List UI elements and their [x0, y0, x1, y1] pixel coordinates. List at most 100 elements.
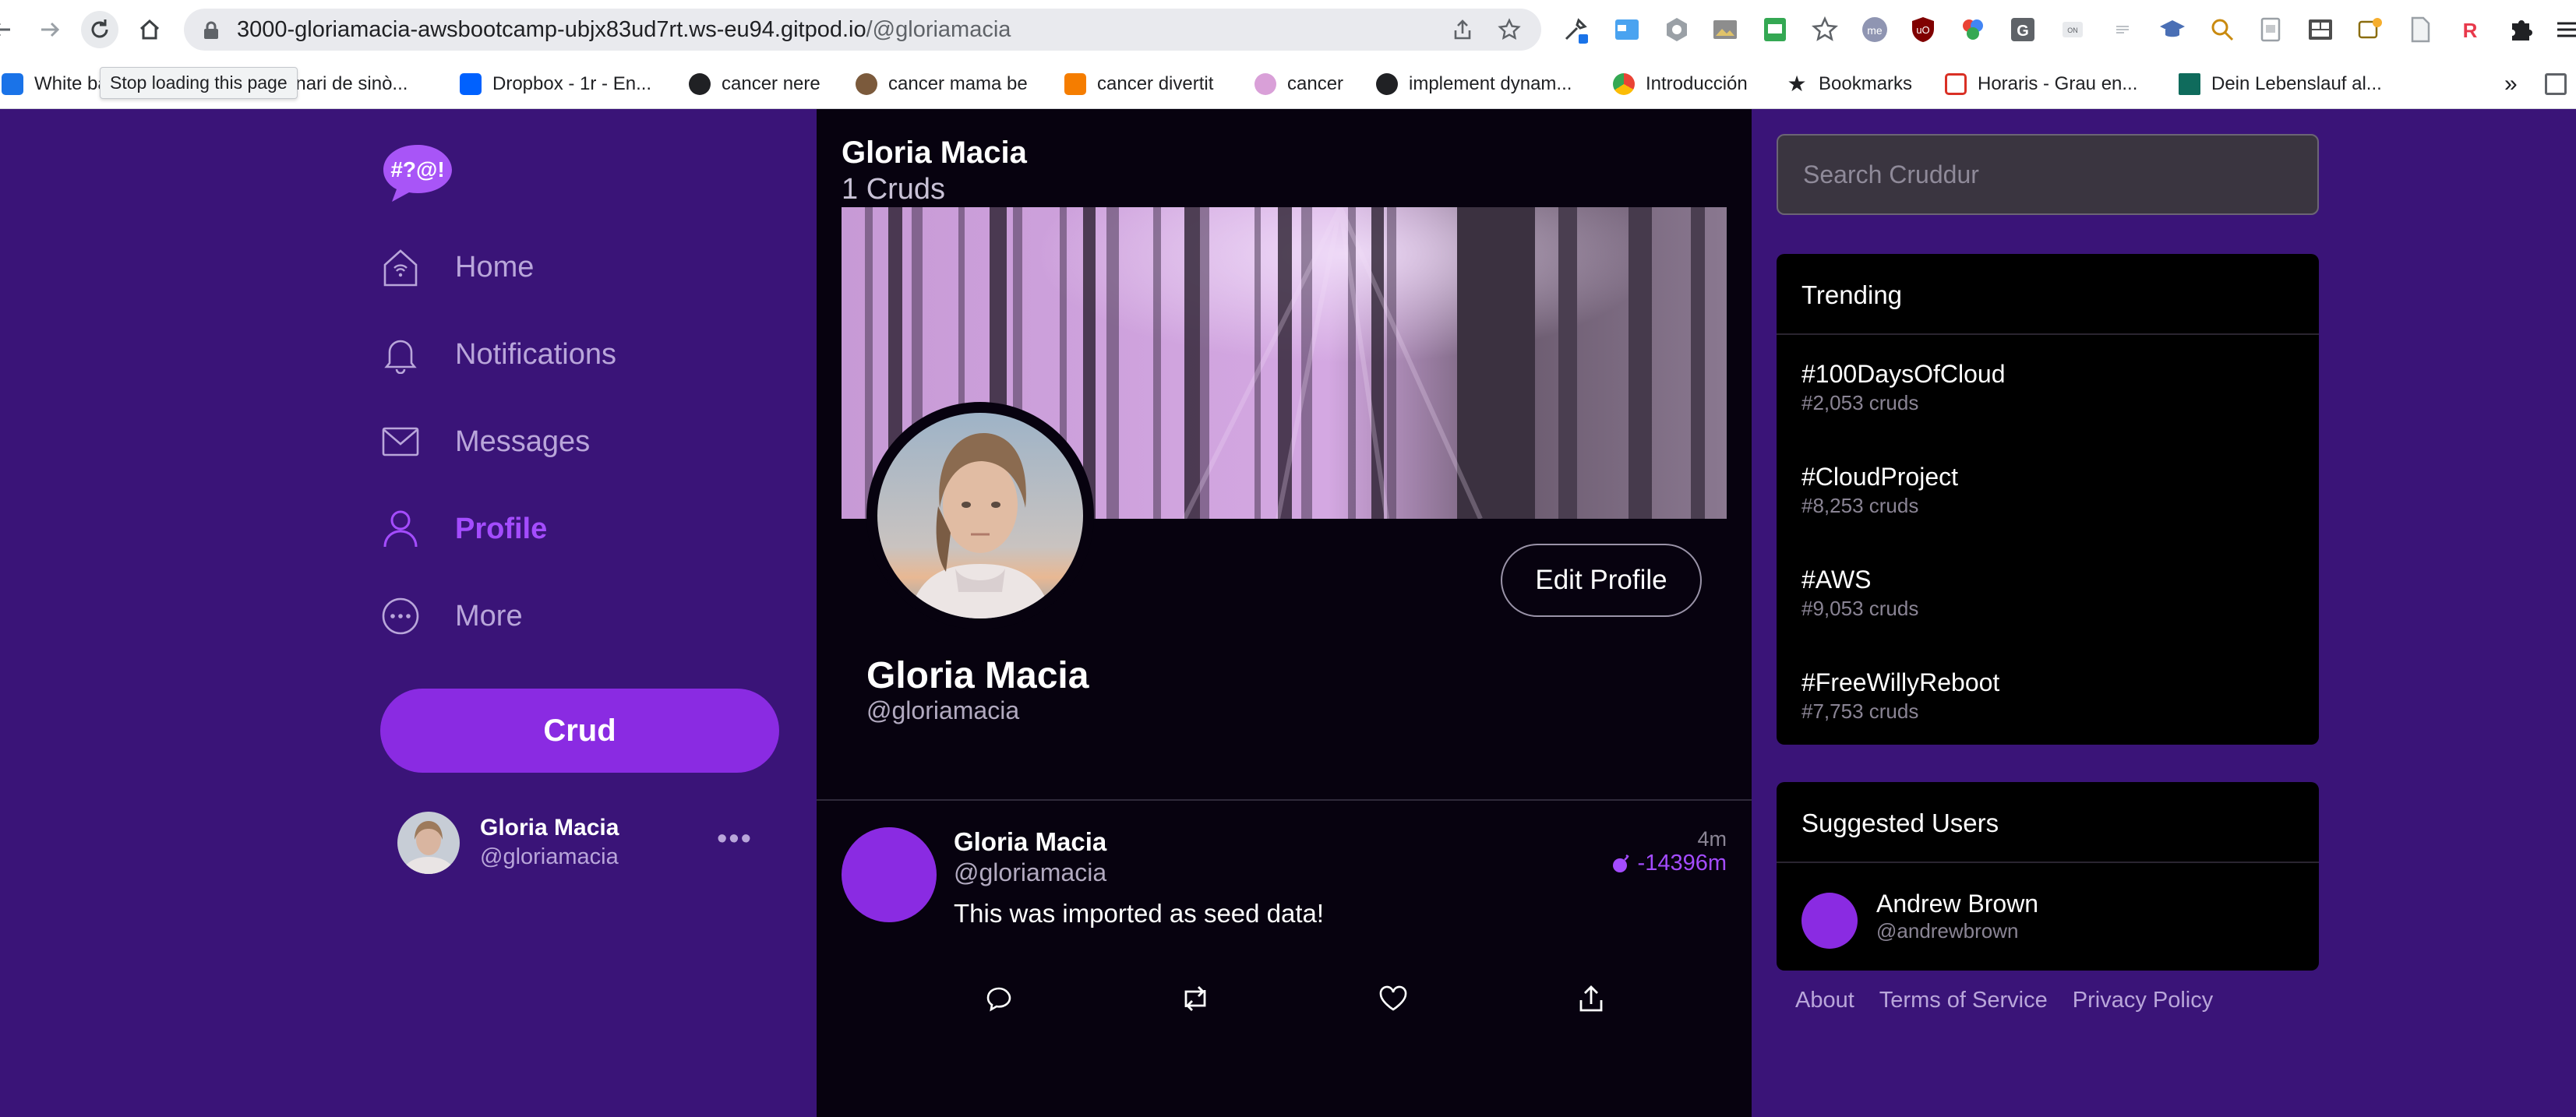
lock-icon	[204, 21, 218, 39]
lines-extension-icon[interactable]	[2108, 16, 2137, 44]
address-bar[interactable]: 3000-gloriamacia-awsbootcamp-ubjx83ud7rt…	[184, 9, 1541, 51]
like-button[interactable]	[1376, 981, 1410, 1016]
ublock-extension-icon[interactable]: uO	[1909, 16, 1937, 44]
puzzle-color-extension-icon[interactable]	[1959, 16, 1987, 44]
bookmark-star-icon[interactable]	[1498, 18, 1521, 41]
bookmark-item[interactable]: White ba	[2, 59, 108, 109]
search-doc-extension-icon[interactable]	[2208, 16, 2236, 44]
trending-item[interactable]: #AWS #9,053 cruds	[1801, 566, 2300, 636]
post-author-name[interactable]: Gloria Macia	[954, 827, 1106, 857]
grammarly-extension-icon[interactable]: G	[2009, 16, 2037, 44]
share-button[interactable]	[1574, 981, 1608, 1016]
nav-notifications[interactable]: Notifications	[380, 327, 723, 382]
footer-link-about[interactable]: About	[1795, 988, 1854, 1013]
bookmark-label: Bookmarks	[1819, 73, 1913, 94]
bookmark-item[interactable]: implement dynam...	[1376, 59, 1572, 109]
bookmark-item[interactable]: onari de sinò...	[285, 59, 408, 109]
grid-extension-icon[interactable]	[2306, 16, 2334, 44]
bookmark-item[interactable]: cancer	[1254, 59, 1343, 109]
suggested-user-avatar[interactable]	[1801, 893, 1858, 949]
bookmark-item[interactable]: ★ Bookmarks	[1786, 59, 1912, 109]
account-menu-button[interactable]: •••	[717, 823, 753, 856]
profile-feed: Gloria Macia 1 Cruds Edit Profile Gloria…	[817, 109, 1752, 1117]
footer-links: About Terms of Service Privacy Policy	[1795, 988, 2213, 1013]
doc-icon	[2, 73, 23, 95]
sheet-extension-icon[interactable]	[1761, 16, 1789, 44]
eyedropper-extension-icon[interactable]	[1561, 16, 1590, 44]
search-input[interactable]	[1778, 136, 2317, 213]
repost-button[interactable]	[1178, 981, 1212, 1016]
me-extension-icon[interactable]: me	[1861, 16, 1889, 44]
star-extension-icon[interactable]	[1811, 16, 1839, 44]
bookmark-label: Introducción	[1646, 73, 1748, 94]
post-avatar[interactable]	[842, 827, 937, 922]
r-extension-icon[interactable]: R	[2456, 16, 2484, 44]
current-user-name: Gloria Macia	[480, 815, 619, 840]
divider	[1777, 333, 2319, 335]
home-button[interactable]	[131, 11, 168, 48]
trending-panel: Trending #100DaysOfCloud #2,053 cruds #C…	[1777, 254, 2319, 745]
profile-name: Gloria Macia	[866, 655, 1089, 696]
crud-button[interactable]: Crud	[380, 689, 779, 773]
back-button[interactable]	[0, 11, 20, 48]
forward-button[interactable]	[31, 11, 69, 48]
bookmarks-overflow-button[interactable]: »	[2504, 59, 2518, 109]
post-author-handle[interactable]: @gloriamacia	[954, 858, 1106, 887]
bookmark-item[interactable]: Horaris - Grau en...	[1945, 59, 2137, 109]
extensions-puzzle-icon[interactable]	[2507, 16, 2535, 44]
suggested-users-panel: Suggested Users Andrew Brown @andrewbrow…	[1777, 782, 2319, 971]
trending-item[interactable]: #100DaysOfCloud #2,053 cruds	[1801, 360, 2300, 430]
current-user-handle: @gloriamacia	[480, 844, 619, 869]
search-box[interactable]	[1777, 134, 2319, 215]
trending-item[interactable]: #CloudProject #8,253 cruds	[1801, 463, 2300, 533]
bookmark-item[interactable]: Introducción	[1613, 59, 1748, 109]
window-extension-icon[interactable]	[1613, 16, 1641, 44]
nav-messages[interactable]: Messages	[380, 414, 723, 469]
hexagon-extension-icon[interactable]	[1663, 16, 1691, 44]
menu-lines-icon[interactable]	[2554, 16, 2576, 44]
bookmark-label: Dein Lebenslauf al...	[2211, 73, 2382, 94]
current-user-card[interactable]: Gloria Macia @gloriamacia •••	[397, 807, 764, 877]
reply-button[interactable]	[982, 981, 1016, 1016]
file-extension-icon[interactable]	[2406, 16, 2434, 44]
nav-home[interactable]: Home	[380, 240, 723, 294]
footer-link-terms[interactable]: Terms of Service	[1879, 988, 2048, 1013]
footer-link-privacy[interactable]: Privacy Policy	[2073, 988, 2214, 1013]
page-extension-icon[interactable]	[2257, 16, 2285, 44]
trending-count: #9,053 cruds	[1801, 597, 1919, 620]
image-extension-icon[interactable]	[1711, 16, 1739, 44]
text-extension-icon[interactable]: ON	[2059, 16, 2087, 44]
url-text: 3000-gloriamacia-awsbootcamp-ubjx83ud7rt…	[237, 9, 1011, 51]
folder-icon	[2545, 73, 2567, 95]
notification-extension-icon[interactable]	[2356, 16, 2384, 44]
nav-label: More	[455, 599, 523, 632]
crud-post[interactable]: Gloria Macia @gloriamacia 4m -14396m Thi…	[817, 801, 1752, 1117]
bookmark-item[interactable]: Dein Lebenslauf al...	[2179, 59, 2382, 109]
suggested-user-handle: @andrewbrown	[1876, 919, 2019, 943]
site-icon	[856, 73, 877, 95]
bookmark-item[interactable]: Dropbox - 1r - En...	[460, 59, 651, 109]
envelope-icon	[380, 421, 421, 462]
reload-button[interactable]	[81, 11, 118, 48]
bookmark-item[interactable]: cancer mama be	[856, 59, 1028, 109]
logo-icon: #?@!	[383, 145, 452, 202]
trending-item[interactable]: #FreeWillyReboot #7,753 cruds	[1801, 668, 2300, 738]
nav-profile[interactable]: Profile	[380, 502, 723, 556]
repost-icon	[1184, 986, 1206, 1011]
nav-more[interactable]: More	[380, 589, 723, 643]
bookmark-item[interactable]: cancer divertit	[1064, 59, 1213, 109]
trending-count: #7,753 cruds	[1801, 699, 1919, 723]
graduation-extension-icon[interactable]	[2158, 16, 2186, 44]
suggested-users-title: Suggested Users	[1801, 809, 1999, 837]
like-icon	[1379, 985, 1407, 1011]
svg-text:G: G	[2017, 23, 2029, 40]
edit-profile-button[interactable]: Edit Profile	[1501, 544, 1702, 617]
home-icon	[380, 247, 421, 287]
share-page-icon[interactable]	[1451, 18, 1474, 41]
cruddur-logo[interactable]: #?@!	[380, 140, 455, 206]
suggested-user-name[interactable]: Andrew Brown	[1876, 890, 2038, 918]
profile-avatar[interactable]	[866, 402, 1094, 629]
other-bookmarks-folder[interactable]	[2545, 59, 2576, 109]
profile-handle: @gloriamacia	[866, 696, 1020, 724]
bookmark-item[interactable]: cancer nere	[689, 59, 820, 109]
